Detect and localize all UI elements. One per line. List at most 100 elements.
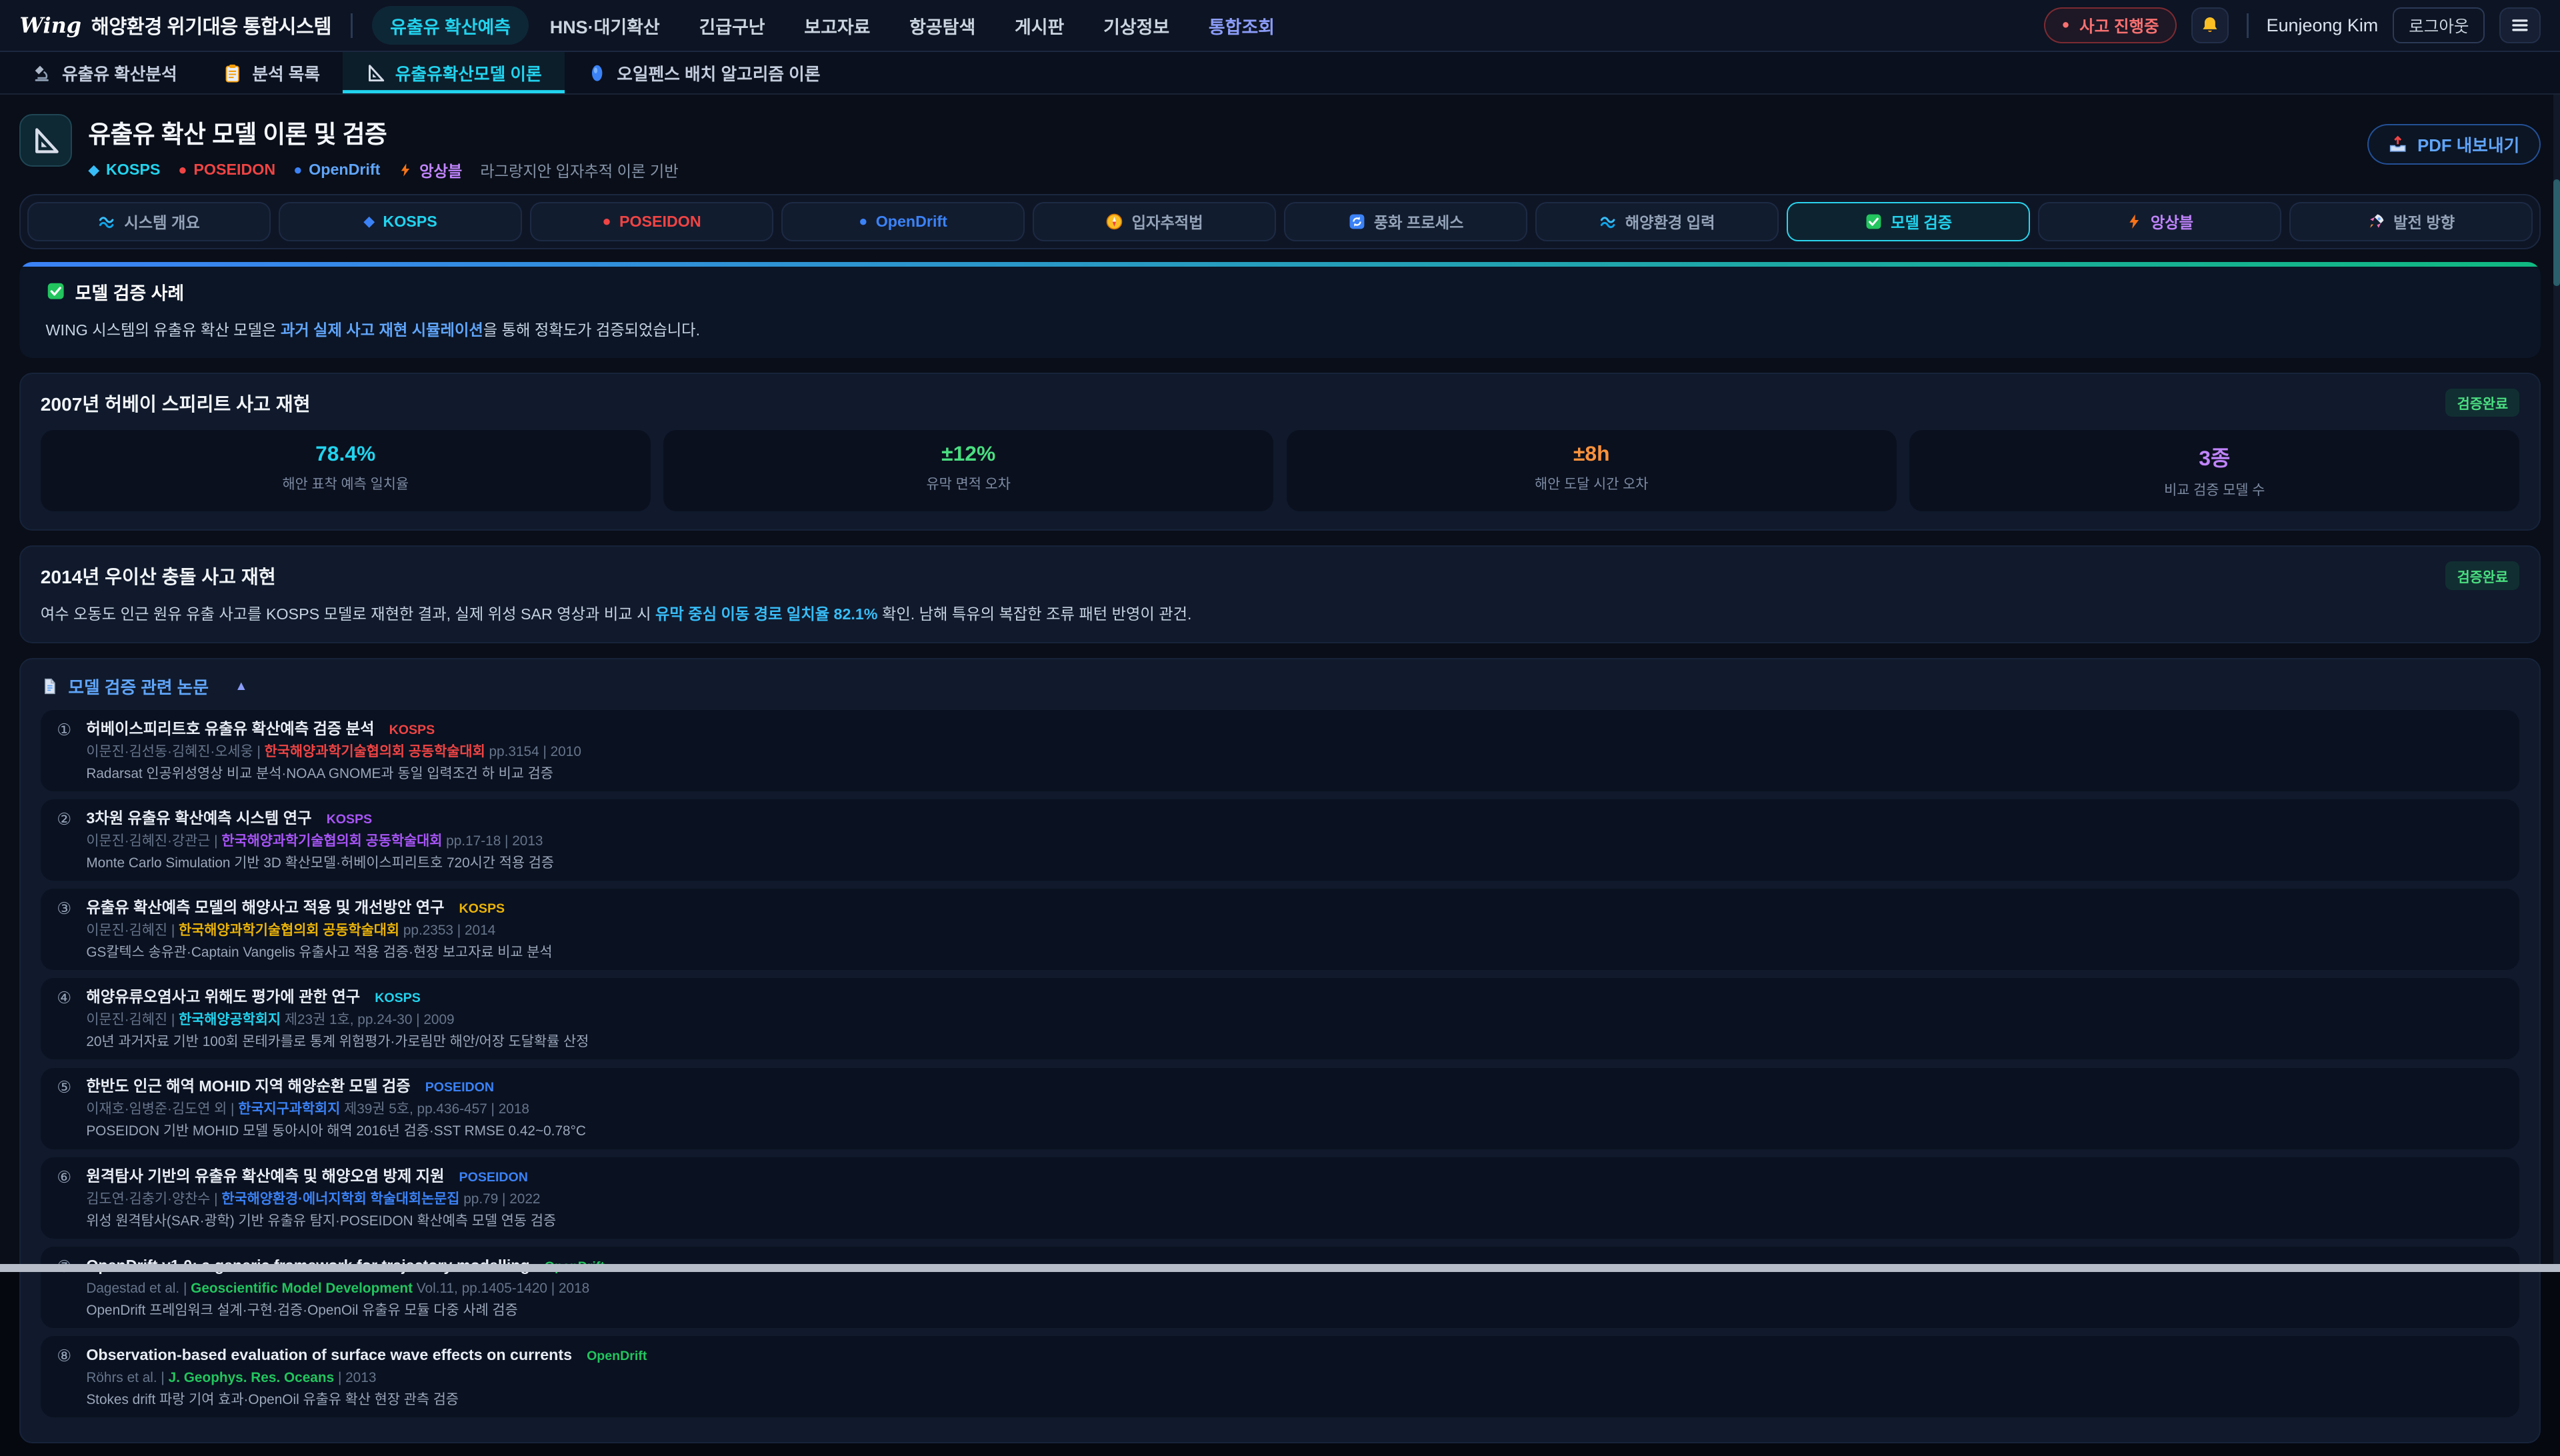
sectab-opendrift[interactable]: ● OpenDrift bbox=[781, 202, 1025, 241]
paper-model-tag: KOSPS bbox=[389, 721, 435, 739]
paper-description: Radarsat 인공위성영상 비교 분석·NOAA GNOME과 동일 입력조… bbox=[86, 765, 2500, 783]
notification-button[interactable] bbox=[2191, 7, 2229, 43]
nav-emergency-rescue[interactable]: 긴급구난 bbox=[681, 6, 783, 45]
paper-item[interactable]: ② 3차원 유출유 확산예측 시스템 연구 KOSPS 이문진·김혜진·강관근 … bbox=[41, 799, 2520, 881]
collapse-triangle-icon[interactable]: ▲ bbox=[235, 679, 247, 694]
paper-journal[interactable]: 한국해양과학기술협의회 공동학술대회 bbox=[179, 923, 399, 938]
paper-description: Stokes drift 파랑 기여 효과·OpenOil 유출유 확산 현장 … bbox=[86, 1391, 2500, 1409]
page-model-chips: ◆ KOSPS ● POSEIDON ● OpenDrift 앙상블 bbox=[88, 159, 678, 181]
tab-spill-model-theory[interactable]: 유출유확산모델 이론 bbox=[343, 52, 565, 93]
model-chip-kosps: ◆ KOSPS bbox=[88, 161, 160, 179]
paper-meta: 제23권 1호, pp.24-30 | 2009 bbox=[285, 1012, 455, 1027]
red-dot-icon: ● bbox=[602, 214, 611, 229]
paper-journal[interactable]: J. Geophys. Res. Oceans bbox=[169, 1370, 335, 1385]
paper-meta: pp.17-18 | 2013 bbox=[446, 833, 543, 849]
paper-title: 한반도 인근 해역 MOHID 지역 해양순환 모델 검증 bbox=[86, 1077, 410, 1095]
nav-hns-atmosphere[interactable]: HNS·대기확산 bbox=[532, 6, 678, 45]
sectab-ensemble[interactable]: 앙상블 bbox=[2038, 202, 2281, 241]
paper-title: 3차원 유출유 확산예측 시스템 연구 bbox=[86, 809, 311, 827]
sectab-particle-tracking[interactable]: 입자추적법 bbox=[1033, 202, 1276, 241]
paper-item[interactable]: ⑦ OpenDrift v1.0: a generic framework fo… bbox=[41, 1247, 2520, 1328]
paper-description: GS칼텍스 송유관·Captain Vangelis 유출사고 적용 검증·현장… bbox=[86, 944, 2500, 962]
paper-journal[interactable]: 한국지구과학회지 bbox=[238, 1101, 340, 1117]
sectab-marine-environment-input[interactable]: 해양환경 입력 bbox=[1535, 202, 1779, 241]
hamburger-icon bbox=[2509, 15, 2531, 36]
page-subtitle: 라그랑지안 입자추적 이론 기반 bbox=[480, 159, 678, 181]
paper-model-tag: KOSPS bbox=[459, 900, 505, 918]
paper-number: ④ bbox=[57, 985, 86, 1051]
menu-button[interactable] bbox=[2499, 7, 2540, 43]
paper-item[interactable]: ④ 해양유류오염사고 위해도 평가에 관한 연구 KOSPS 이문진·김혜진 |… bbox=[41, 978, 2520, 1059]
incident-status-badge: ● 사고 진행중 bbox=[2044, 7, 2177, 43]
paper-item[interactable]: ⑥ 원격탐사 기반의 유출유 확산예측 및 해양오염 방제 지원 POSEIDO… bbox=[41, 1157, 2520, 1239]
banner-highlight[interactable]: 과거 실제 사고 재현 시뮬레이션 bbox=[281, 321, 483, 339]
case-title: 2007년 허베이 스피리트 사고 재현 bbox=[41, 389, 311, 417]
paper-journal[interactable]: 한국해양공학회지 bbox=[179, 1012, 281, 1027]
microscope-icon bbox=[33, 63, 52, 83]
nav-aerial-search[interactable]: 항공탐색 bbox=[891, 6, 993, 45]
header-divider bbox=[2247, 13, 2248, 38]
pdf-export-button[interactable]: PDF 내보내기 bbox=[2367, 124, 2541, 165]
paper-item[interactable]: ① 허베이스피리트호 유출유 확산예측 검증 분석 KOSPS 이문진·김선동·… bbox=[41, 710, 2520, 791]
paper-number: ① bbox=[57, 717, 86, 783]
case-card-wuyisan: 2014년 우이산 충돌 사고 재현 검증완료 여수 오동도 인근 원유 유출 … bbox=[19, 545, 2540, 643]
paper-description: 위성 원격탐사(SAR·광학) 기반 유출유 탐지·POSEIDON 확산예측 … bbox=[86, 1213, 2500, 1231]
paper-authors: Röhrs et al. | bbox=[86, 1370, 165, 1385]
compass-icon bbox=[1105, 213, 1123, 231]
app-logo[interactable]: Wing 해양환경 위기대응 통합시스템 bbox=[19, 11, 331, 39]
blue-dot-icon: ● bbox=[293, 163, 302, 177]
nav-oil-spill-forecast[interactable]: 유출유 확산예측 bbox=[372, 6, 529, 45]
paper-item[interactable]: ⑤ 한반도 인근 해역 MOHID 지역 해양순환 모델 검증 POSEIDON… bbox=[41, 1068, 2520, 1149]
scrollbar-thumb[interactable] bbox=[2553, 179, 2560, 285]
page-header: 유출유 확산 모델 이론 및 검증 ◆ KOSPS ● POSEIDON ● O… bbox=[19, 114, 2540, 181]
diamond-icon: ◆ bbox=[363, 214, 375, 229]
banner-text: WING 시스템의 유출유 확산 모델은 과거 실제 사고 재현 시뮬레이션을 … bbox=[46, 317, 2515, 340]
sectab-poseidon[interactable]: ● POSEIDON bbox=[530, 202, 773, 241]
sectab-system-overview[interactable]: 시스템 개요 bbox=[27, 202, 271, 241]
tab-analysis-list[interactable]: 분석 목록 bbox=[200, 52, 343, 93]
tab-spill-analysis[interactable]: 유출유 확산분석 bbox=[10, 52, 200, 93]
diamond-icon: ◆ bbox=[88, 163, 99, 177]
case-title: 2014년 우이산 충돌 사고 재현 bbox=[41, 562, 276, 589]
sectab-model-validation[interactable]: 모델 검증 bbox=[1787, 202, 2030, 241]
paper-journal[interactable]: 한국해양환경·에너지학회 학술대회논문집 bbox=[221, 1191, 459, 1207]
papers-card: 모델 검증 관련 논문 ▲ ① 허베이스피리트호 유출유 확산예측 검증 분석 … bbox=[19, 658, 2540, 1443]
logo-title: 해양환경 위기대응 통합시스템 bbox=[91, 11, 331, 39]
paper-item[interactable]: ⑧ Observation-based evaluation of surfac… bbox=[41, 1336, 2520, 1417]
paper-number: ⑥ bbox=[57, 1164, 86, 1231]
paper-meta: Vol.11, pp.1405-1420 | 2018 bbox=[417, 1281, 589, 1296]
paper-journal[interactable]: Geoscientific Model Development bbox=[191, 1281, 413, 1296]
stat-slick-area-error: ±12% 유막 면적 오차 bbox=[663, 430, 1273, 512]
wave-icon bbox=[98, 213, 116, 231]
main-nav: 유출유 확산예측 HNS·대기확산 긴급구난 보고자료 항공탐색 게시판 기상정… bbox=[372, 6, 1293, 45]
model-chip-opendrift: ● OpenDrift bbox=[293, 161, 380, 179]
user-name: Eunjeong Kim bbox=[2267, 15, 2379, 36]
stat-arrival-time-error: ±8h 해안 도달 시간 오차 bbox=[1287, 430, 1897, 512]
paper-meta: pp.79 | 2022 bbox=[463, 1191, 540, 1207]
verified-badge: 검증완료 bbox=[2445, 389, 2519, 417]
sectab-future-direction[interactable]: 발전 방향 bbox=[2289, 202, 2533, 241]
lightning-icon bbox=[2126, 213, 2142, 229]
nav-reports[interactable]: 보고자료 bbox=[786, 6, 888, 45]
paper-item[interactable]: ③ 유출유 확산예측 모델의 해양사고 적용 및 개선방안 연구 KOSPS 이… bbox=[41, 889, 2520, 970]
papers-collapse-header[interactable]: 모델 검증 관련 논문 ▲ bbox=[41, 674, 2520, 699]
logout-button[interactable]: 로그아웃 bbox=[2393, 7, 2485, 43]
wave-icon bbox=[1599, 213, 1617, 231]
paper-journal[interactable]: 한국해양과학기술협의회 공동학술대회 bbox=[265, 744, 485, 759]
banner-title-row: 모델 검증 사례 bbox=[46, 279, 2515, 305]
paper-journal[interactable]: 한국해양과학기술협의회 공동학술대회 bbox=[221, 833, 442, 849]
nav-board[interactable]: 게시판 bbox=[997, 6, 1082, 45]
check-icon bbox=[46, 281, 65, 301]
set-square-icon bbox=[366, 63, 385, 83]
paper-model-tag: OpenDrift bbox=[587, 1347, 647, 1365]
paper-meta: pp.3154 | 2010 bbox=[489, 744, 581, 759]
tab-oil-fence-algorithm-theory[interactable]: 오일펜스 배치 알고리즘 이론 bbox=[565, 52, 843, 93]
sectab-kosps[interactable]: ◆ KOSPS bbox=[279, 202, 522, 241]
sectab-weathering-process[interactable]: 풍화 프로세스 bbox=[1284, 202, 1527, 241]
bell-icon bbox=[2199, 15, 2221, 36]
nav-weather-info[interactable]: 기상정보 bbox=[1085, 6, 1187, 45]
case-description: 여수 오동도 인근 원유 유출 사고를 KOSPS 모델로 재현한 결과, 실제… bbox=[41, 601, 2520, 624]
papers-heading: 모델 검증 관련 논문 bbox=[68, 674, 209, 699]
paper-authors: 김도연·김충기·양찬수 | bbox=[86, 1191, 217, 1207]
nav-integrated-search[interactable]: 통합조회 bbox=[1191, 6, 1293, 45]
